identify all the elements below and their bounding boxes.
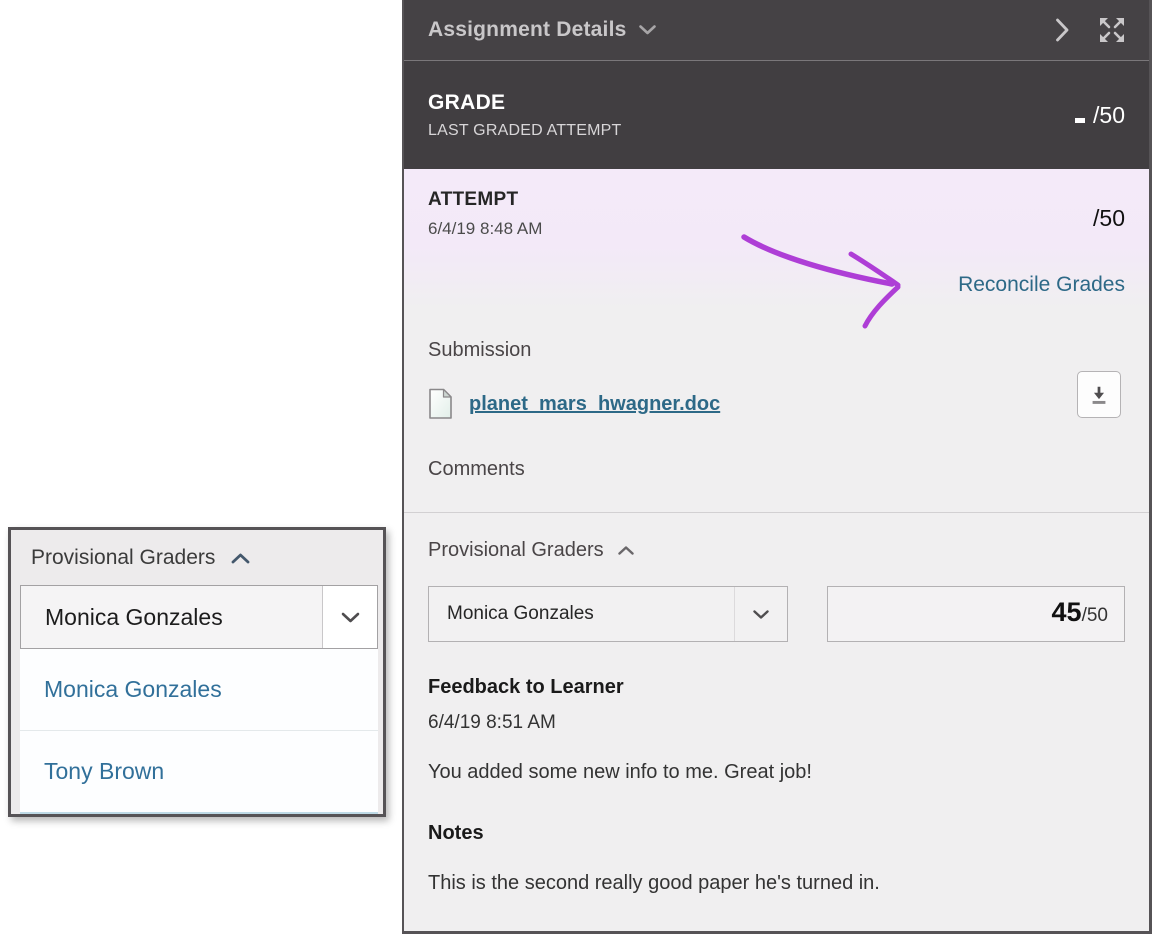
attempt-labels: ATTEMPT 6/4/19 8:48 AM: [428, 189, 542, 239]
grade-max: /50: [1093, 102, 1125, 129]
notes-heading: Notes: [428, 822, 1125, 845]
popup-select-value: Monica Gonzales: [45, 604, 223, 631]
panel-title[interactable]: Assignment Details: [428, 18, 627, 42]
feedback-date: 6/4/19 8:51 AM: [428, 712, 1125, 734]
panel-header: Assignment Details: [404, 0, 1149, 60]
grader-select-dropdown[interactable]: Monica Gonzales: [428, 586, 788, 642]
reconcile-grades-link[interactable]: Reconcile Grades: [958, 273, 1125, 297]
grader-score-value: 45: [1052, 597, 1082, 627]
popup-option-monica-gonzales[interactable]: Monica Gonzales: [20, 649, 378, 730]
comments-heading: Comments: [428, 458, 1125, 481]
grader-select-value: Monica Gonzales: [447, 603, 594, 625]
attempt-date: 6/4/19 8:48 AM: [428, 219, 542, 239]
attempt-score-max[interactable]: /50: [1093, 205, 1125, 232]
chevron-down-icon[interactable]: [639, 25, 656, 35]
hand-drawn-arrow-annotation: [739, 233, 914, 333]
graders-dropdown-callout: Provisional Graders Monica Gonzales Moni…: [8, 527, 386, 817]
grader-score-max: /50: [1082, 605, 1108, 626]
popup-heading-row[interactable]: Provisional Graders: [11, 530, 383, 570]
grade-labels: GRADE LAST GRADED ATTEMPT: [428, 91, 621, 140]
submission-heading: Submission: [428, 339, 1125, 362]
popup-option-tony-brown[interactable]: Tony Brown: [20, 730, 378, 812]
submission-file-link[interactable]: planet_mars_hwagner.doc: [469, 393, 720, 416]
attempt-section: ATTEMPT 6/4/19 8:48 AM /50 Reconcile Gra…: [404, 169, 1149, 309]
attempt-label: ATTEMPT: [428, 189, 542, 211]
graders-heading-row[interactable]: Provisional Graders: [428, 539, 1125, 562]
popup-graders-heading: Provisional Graders: [31, 546, 215, 570]
chevron-down-icon: [322, 586, 377, 648]
graders-heading: Provisional Graders: [428, 539, 604, 562]
grader-score: 45/50: [1052, 584, 1108, 645]
chevron-up-icon: [231, 553, 250, 564]
feedback-body: You added some new info to me. Great job…: [428, 761, 1125, 784]
popup-grader-select-dropdown[interactable]: Monica Gonzales: [20, 585, 378, 649]
graders-controls-row: Monica Gonzales 45/50: [428, 586, 1125, 642]
feedback-heading: Feedback to Learner: [428, 676, 1125, 699]
grade-score: /50: [1075, 102, 1125, 129]
attempt-row: ATTEMPT 6/4/19 8:48 AM /50: [428, 189, 1125, 239]
submission-section: Submission planet_mars_hwagner.doc: [404, 309, 1149, 512]
collapse-panel-chevron-right-icon[interactable]: [1056, 18, 1069, 42]
assignment-details-panel: Assignment Details GRADE LAST GRA: [402, 0, 1152, 934]
grade-label: GRADE: [428, 91, 621, 115]
provisional-graders-section: Provisional Graders Monica Gonzales 45/5…: [404, 512, 1149, 931]
download-button[interactable]: [1077, 371, 1121, 418]
document-icon: [428, 388, 453, 420]
grade-sublabel: LAST GRADED ATTEMPT: [428, 122, 621, 140]
grader-score-box[interactable]: 45/50: [827, 586, 1125, 642]
popup-options-list: Monica Gonzales Tony Brown: [20, 649, 378, 814]
grade-section: GRADE LAST GRADED ATTEMPT /50: [404, 60, 1149, 169]
download-icon: [1088, 383, 1110, 407]
expand-fullscreen-icon[interactable]: [1099, 17, 1125, 43]
chevron-up-icon: [618, 546, 634, 555]
submission-file-row: planet_mars_hwagner.doc: [428, 388, 1125, 420]
chevron-down-icon: [734, 587, 787, 641]
notes-body: This is the second really good paper he'…: [428, 872, 1125, 895]
empty-score-dash: [1075, 118, 1085, 123]
